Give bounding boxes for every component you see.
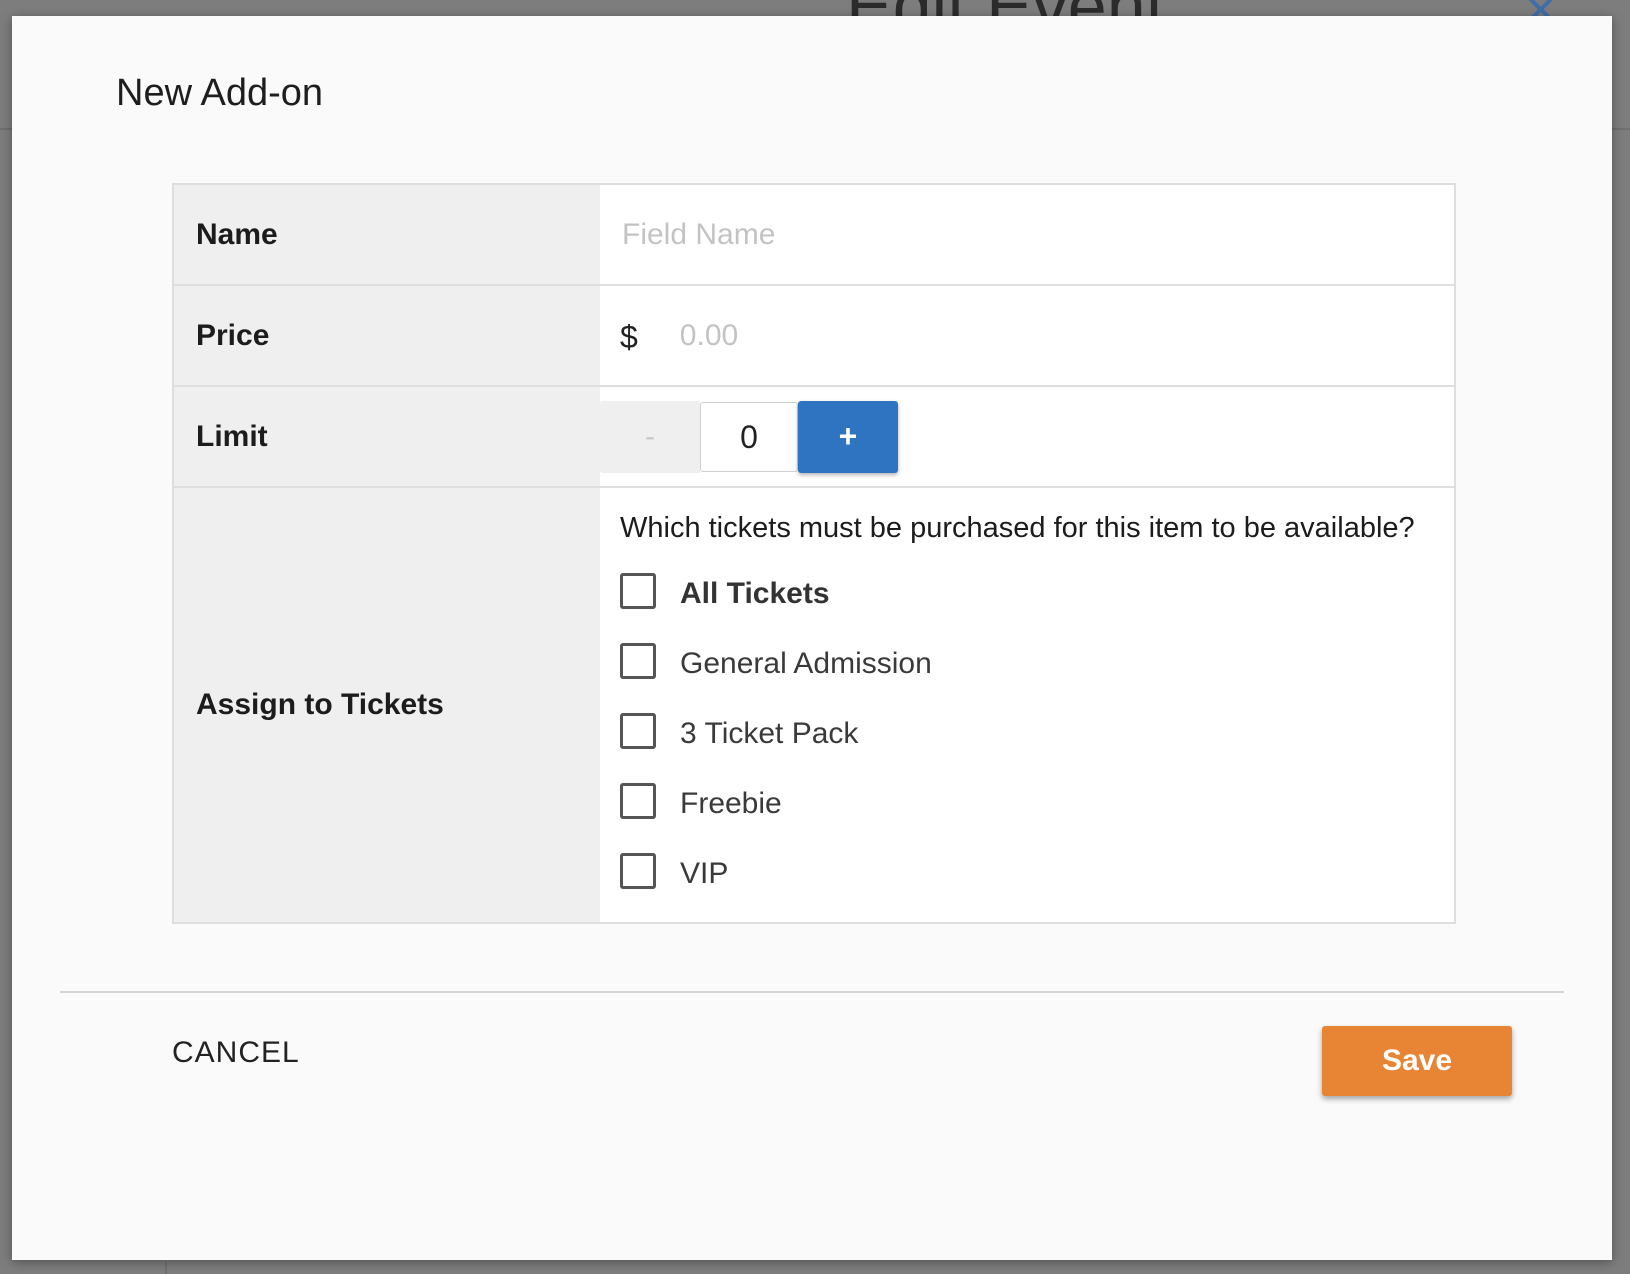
assign-row: Assign to Tickets Which tickets must be …: [174, 488, 1454, 922]
currency-symbol: $: [620, 319, 638, 355]
assign-cell: Which tickets must be purchased for this…: [600, 488, 1454, 922]
cancel-button[interactable]: CANCEL: [172, 1036, 300, 1070]
name-cell: [600, 185, 1454, 284]
assign-question: Which tickets must be purchased for this…: [620, 512, 1415, 544]
ticket-option-all-tickets[interactable]: All Tickets: [620, 559, 932, 629]
price-label: Price: [174, 286, 600, 385]
ticket-option-general-admission[interactable]: General Admission: [620, 629, 932, 699]
limit-label: Limit: [174, 387, 600, 486]
checkbox[interactable]: [620, 853, 656, 889]
save-button[interactable]: Save: [1322, 1026, 1512, 1096]
name-row: Name: [174, 185, 1454, 286]
modal-title: New Add-on: [116, 72, 324, 114]
checkbox[interactable]: [620, 643, 656, 679]
ticket-option-3-ticket-pack[interactable]: 3 Ticket Pack: [620, 699, 932, 769]
limit-cell: - 0 +: [600, 387, 1454, 486]
ticket-checkbox-list: All Tickets General Admission 3 Ticket P…: [620, 559, 932, 909]
ticket-option-label: General Admission: [680, 647, 932, 680]
limit-value-field[interactable]: 0: [700, 401, 798, 472]
price-row: Price $: [174, 286, 1454, 387]
name-label: Name: [174, 185, 600, 284]
limit-row: Limit - 0 +: [174, 387, 1454, 488]
checkbox[interactable]: [620, 783, 656, 819]
checkbox[interactable]: [620, 573, 656, 609]
ticket-option-vip[interactable]: VIP: [620, 839, 932, 909]
ticket-option-freebie[interactable]: Freebie: [620, 769, 932, 839]
name-input[interactable]: [620, 216, 1384, 253]
price-cell: $: [600, 286, 1454, 385]
addon-form: Name Price $ Limit - 0 +: [172, 183, 1456, 924]
background-divider: [165, 1262, 167, 1274]
ticket-option-label: All Tickets: [680, 577, 830, 610]
price-input[interactable]: [677, 317, 1282, 354]
new-addon-modal: New Add-on Name Price $ Limit - 0 +: [12, 16, 1612, 1260]
checkbox[interactable]: [620, 713, 656, 749]
decrement-button[interactable]: -: [600, 400, 700, 473]
ticket-option-label: 3 Ticket Pack: [680, 717, 859, 750]
increment-button[interactable]: +: [798, 400, 898, 473]
ticket-option-label: Freebie: [680, 787, 782, 820]
ticket-option-label: VIP: [680, 857, 729, 890]
assign-label: Assign to Tickets: [174, 488, 600, 922]
footer-divider: [60, 991, 1564, 993]
limit-stepper: - 0 +: [600, 400, 898, 473]
